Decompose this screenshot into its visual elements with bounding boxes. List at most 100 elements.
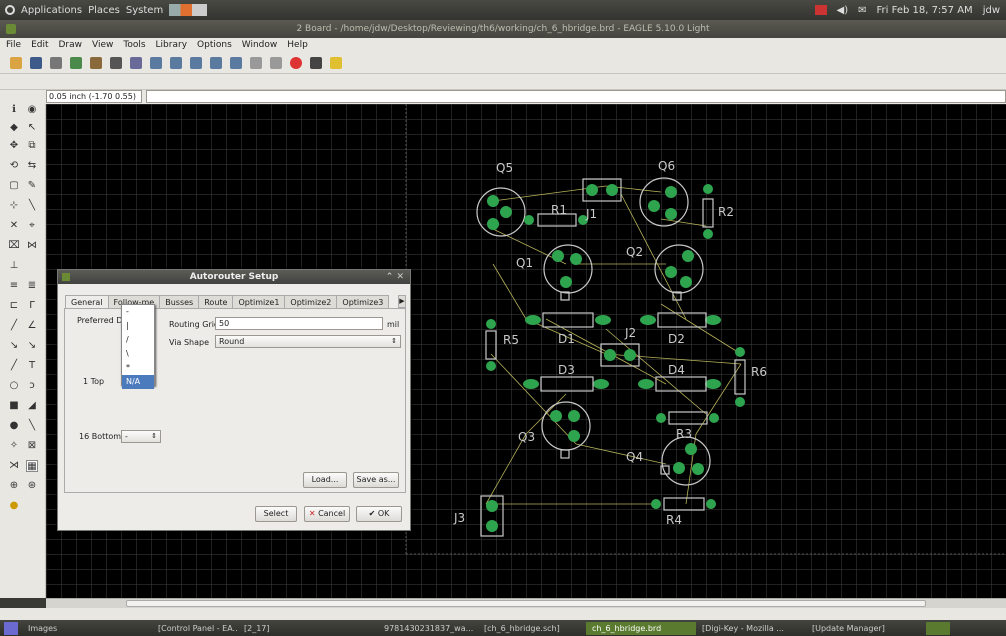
routing-grid-input[interactable]: 50 [215, 317, 383, 330]
mark-icon[interactable]: ↖ [26, 122, 38, 134]
menu-options[interactable]: Options [197, 40, 232, 50]
zoom-out-icon[interactable] [190, 56, 202, 69]
menu-tools[interactable]: Tools [123, 40, 145, 50]
auto-icon[interactable]: ▦ [26, 460, 38, 472]
info-icon[interactable]: ℹ [8, 104, 20, 116]
cancel-button[interactable]: ✕ Cancel [304, 506, 350, 522]
load-button[interactable]: Load... [303, 472, 347, 488]
script-icon[interactable] [110, 56, 122, 69]
via-shape-select[interactable]: Round ⇕ [215, 335, 401, 348]
workspace-switcher[interactable] [926, 621, 950, 635]
tab-optimize2[interactable]: Optimize2 [284, 295, 338, 308]
board-icon[interactable] [90, 56, 102, 69]
menu-edit[interactable]: Edit [31, 40, 48, 50]
show-desktop-icon[interactable] [4, 621, 18, 635]
add-icon[interactable]: ✕ [8, 220, 20, 232]
delete-icon[interactable]: ╲ [26, 200, 38, 212]
group-icon[interactable]: ▢ [8, 180, 20, 192]
ratsnest-icon[interactable]: ⋊ [8, 460, 20, 472]
mail-icon[interactable]: ✉ [858, 5, 866, 16]
route-icon[interactable]: ⊏ [8, 300, 20, 312]
text-icon[interactable]: ∠ [26, 320, 38, 332]
dropdown-option[interactable]: * [122, 361, 154, 375]
dialog-close-icon[interactable]: ⌃ ✕ [386, 270, 404, 284]
dropdown-option[interactable]: / [122, 333, 154, 347]
dropdown-option-selected[interactable]: N/A [122, 375, 154, 389]
bottom-direction-select[interactable]: - ⇕ [121, 430, 161, 443]
task-2-17[interactable]: [2_17] [238, 622, 378, 635]
rect-icon[interactable]: ■ [8, 400, 20, 412]
erc-icon[interactable]: ⊕ [8, 480, 20, 492]
value-icon[interactable]: ⌧ [8, 240, 20, 252]
paste-icon[interactable]: ⊹ [8, 200, 20, 212]
zoom-select-icon[interactable] [230, 56, 242, 69]
redraw-icon[interactable] [210, 56, 222, 69]
menu-file[interactable]: File [6, 40, 21, 50]
menu-window[interactable]: Window [242, 40, 278, 50]
split-icon[interactable]: ≡ [8, 280, 20, 292]
save-as-button[interactable]: Save as... [353, 472, 399, 488]
drc-icon[interactable]: ⊛ [26, 480, 38, 492]
open-icon[interactable] [10, 56, 22, 69]
name-icon[interactable]: ⌖ [26, 220, 38, 232]
menu-view[interactable]: View [92, 40, 113, 50]
help-icon[interactable] [330, 56, 342, 69]
tab-general[interactable]: General [65, 295, 109, 309]
task-board[interactable]: ch_6_hbridge.brd [586, 621, 696, 635]
task-schematic[interactable]: [ch_6_hbridge.sch] [478, 622, 586, 635]
redo-icon[interactable] [270, 56, 282, 69]
clock[interactable]: Fri Feb 18, 7:57 AM [877, 5, 973, 16]
rotate-icon[interactable]: ⟲ [8, 160, 20, 172]
undo-icon[interactable] [250, 56, 262, 69]
task-pdf[interactable]: 9781430231837_wa... [378, 622, 478, 635]
ulp-icon[interactable] [130, 56, 142, 69]
ok-button[interactable]: ✔ OK [356, 506, 402, 522]
dialog-titlebar[interactable]: Autorouter Setup ⌃ ✕ [58, 270, 410, 284]
tab-scroll-right-icon[interactable]: ▶ [398, 295, 406, 308]
ripup-icon[interactable]: Γ [26, 300, 38, 312]
launcher-icons[interactable] [169, 4, 208, 16]
miter-icon[interactable]: ⊥ [8, 260, 20, 272]
circle-tool-icon[interactable]: ○ [8, 380, 20, 392]
go-icon[interactable] [310, 56, 322, 69]
circle-icon[interactable]: ↘ [8, 340, 20, 352]
move-icon[interactable]: ✥ [8, 140, 20, 152]
line-icon[interactable]: ╱ [8, 360, 20, 372]
errors-icon[interactable]: ● [8, 500, 20, 512]
task-images[interactable]: Images [22, 622, 152, 635]
via-icon[interactable]: ● [8, 420, 20, 432]
dropdown-option[interactable]: - [122, 305, 154, 319]
optimize-icon[interactable]: ≣ [26, 280, 38, 292]
signal-icon[interactable]: ╲ [26, 420, 38, 432]
zoom-fit-icon[interactable] [150, 56, 162, 69]
cam-icon[interactable] [70, 56, 82, 69]
tab-optimize3[interactable]: Optimize3 [336, 295, 390, 308]
attribute-icon[interactable]: ⊠ [26, 440, 38, 452]
menu-help[interactable]: Help [287, 40, 308, 50]
network-icon[interactable] [814, 5, 827, 15]
task-update-manager[interactable]: [Update Manager] [806, 622, 916, 635]
wire-icon[interactable]: ╱ [8, 320, 20, 332]
tab-busses[interactable]: Busses [159, 295, 200, 308]
dropdown-option[interactable]: \ [122, 347, 154, 361]
task-control-panel[interactable]: [Control Panel - EA... [152, 622, 238, 635]
change-icon[interactable]: ✎ [26, 180, 38, 192]
menu-applications[interactable]: Applications [21, 5, 82, 16]
display-icon[interactable]: ◆ [8, 122, 20, 134]
menu-draw[interactable]: Draw [59, 40, 83, 50]
arc-tool-icon[interactable]: ↄ [26, 380, 38, 392]
hole-icon[interactable]: ✧ [8, 440, 20, 452]
scrollbar-thumb[interactable] [126, 600, 926, 607]
copy-icon[interactable]: ⧉ [26, 140, 38, 152]
print-icon[interactable] [50, 56, 62, 69]
user-menu[interactable]: jdw [983, 5, 1000, 16]
menu-library[interactable]: Library [156, 40, 187, 50]
window-menu-icon[interactable] [6, 24, 16, 34]
show-icon[interactable]: ◉ [26, 104, 38, 116]
dropdown-option[interactable]: | [122, 319, 154, 333]
select-button[interactable]: Select [255, 506, 297, 522]
tab-route[interactable]: Route [198, 295, 234, 308]
stop-icon[interactable] [290, 56, 302, 69]
menu-system[interactable]: System [126, 5, 163, 16]
zoom-in-icon[interactable] [170, 56, 182, 69]
